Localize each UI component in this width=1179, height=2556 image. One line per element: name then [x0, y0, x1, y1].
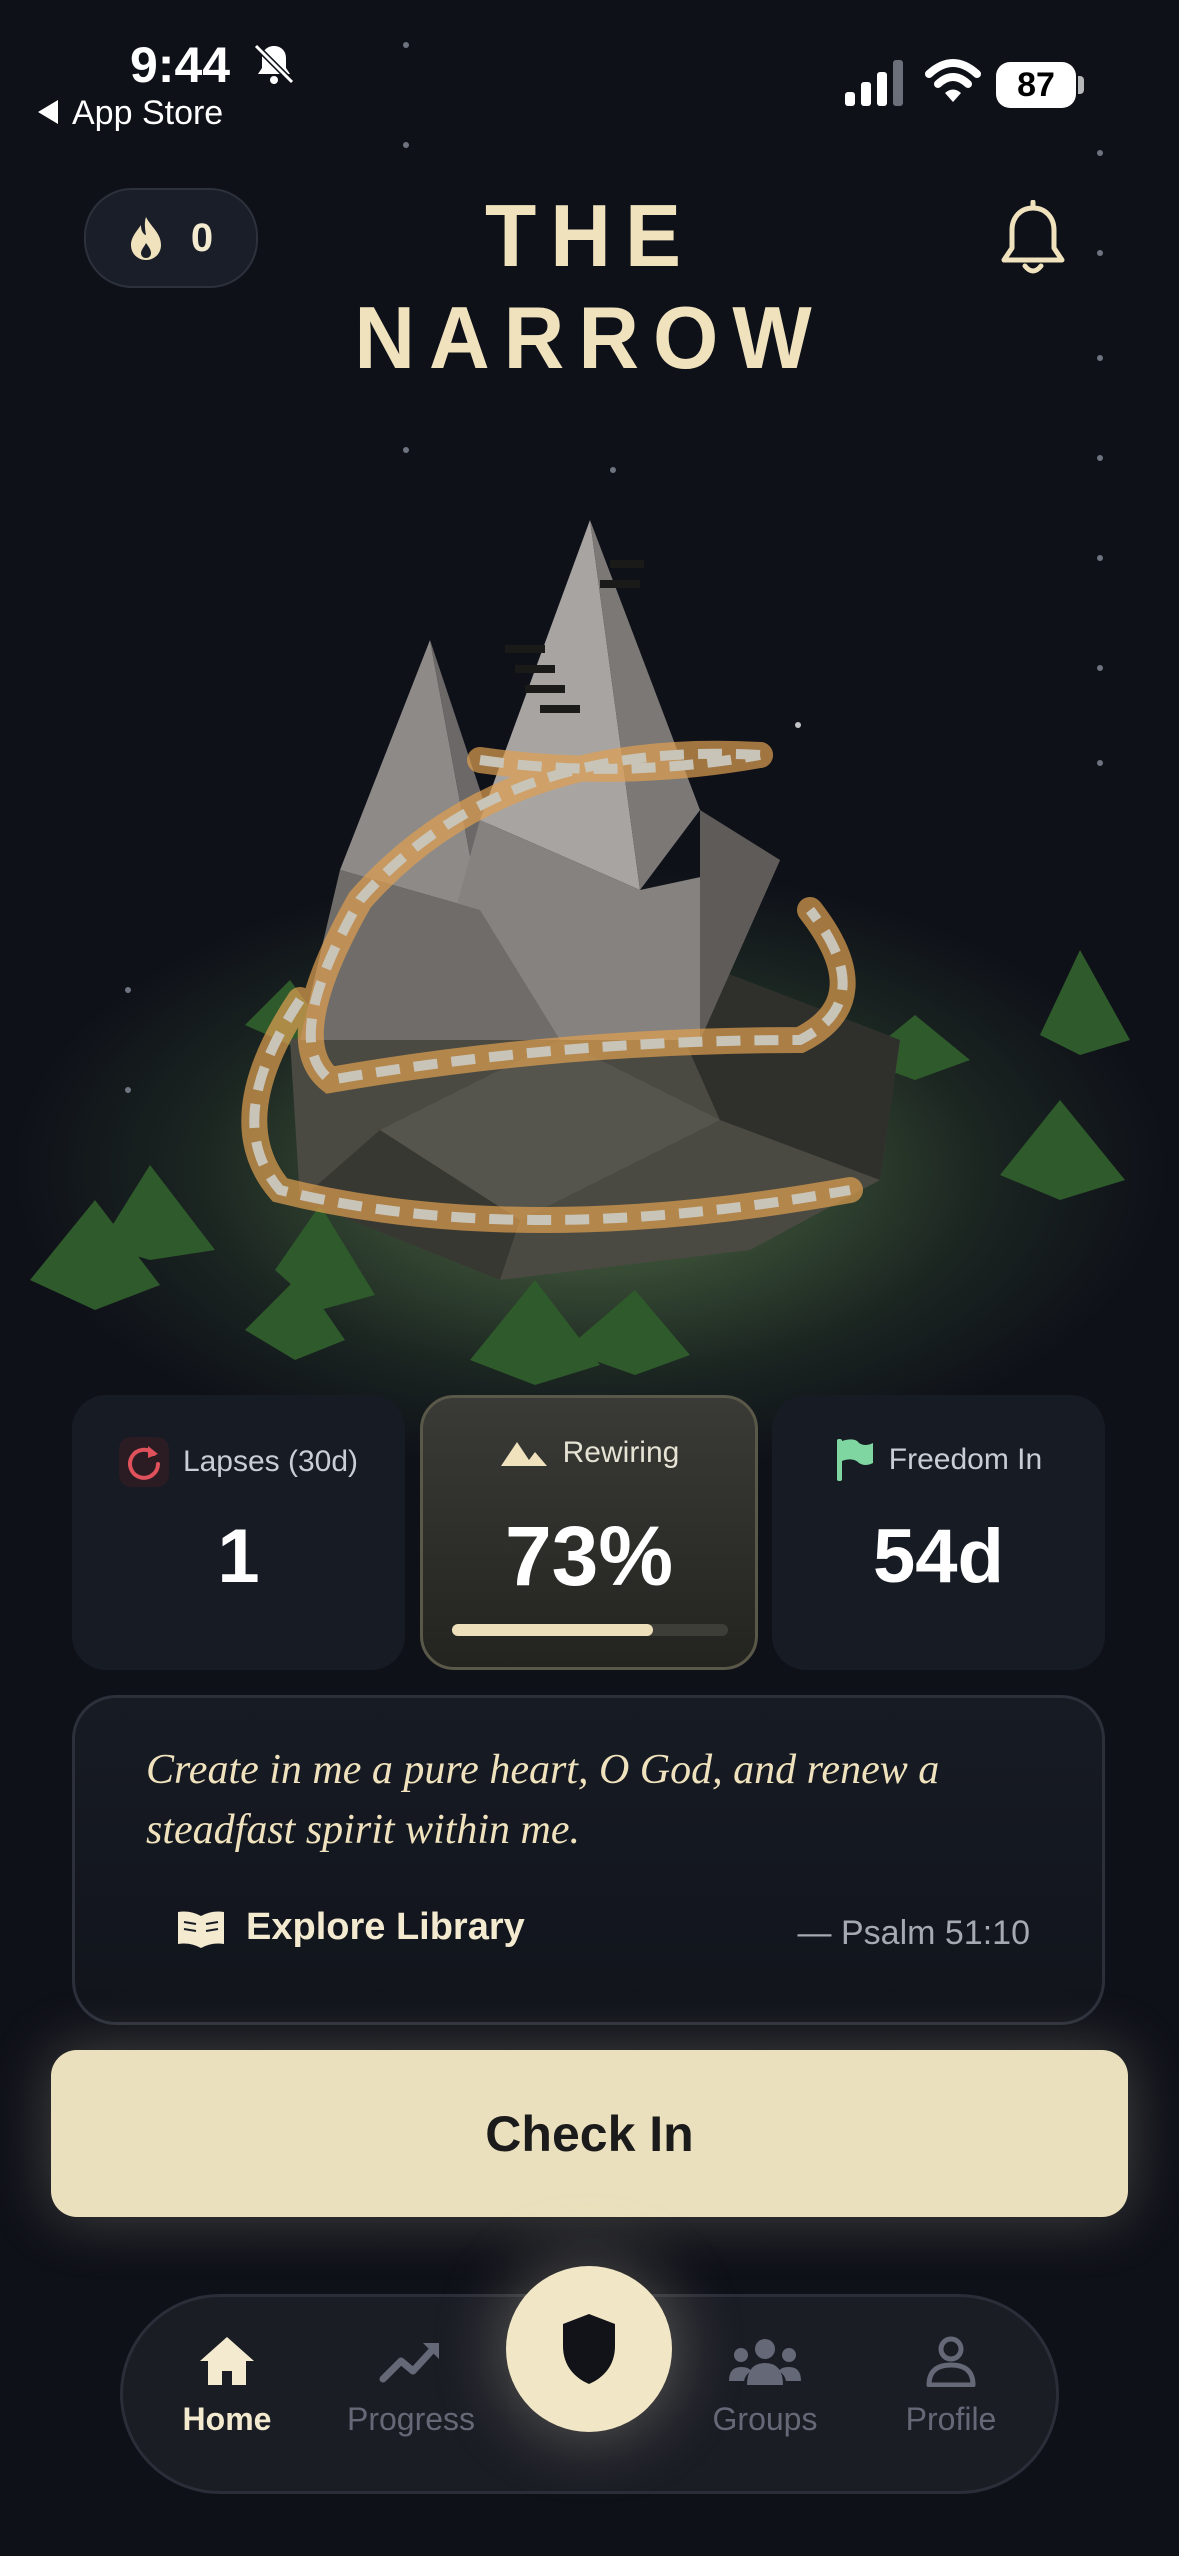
star	[1097, 355, 1103, 361]
star	[403, 42, 409, 48]
star	[1097, 250, 1103, 256]
tab-profile[interactable]: Profile	[866, 2335, 1036, 2438]
star	[610, 467, 616, 473]
tab-progress-label: Progress	[346, 2401, 476, 2437]
flag-icon	[836, 1439, 873, 1481]
check-in-button[interactable]: Check In	[51, 2050, 1128, 2217]
lapses-card[interactable]: Lapses (30d) 1	[72, 1395, 405, 1670]
rewiring-value: 73%	[504, 1509, 674, 1603]
tab-home-label: Home	[182, 2401, 272, 2437]
home-icon	[200, 2337, 254, 2385]
verse-text: Create in me a pure heart, O God, and re…	[146, 1747, 940, 1853]
streak-pill[interactable]: 0	[84, 188, 258, 288]
mountain-path-illustration	[30, 520, 1130, 1385]
tab-groups[interactable]: Groups	[680, 2335, 850, 2438]
explore-library-link[interactable]: Explore Library	[176, 1906, 525, 1949]
shield-button[interactable]	[506, 2266, 672, 2432]
status-time: 9:44	[130, 37, 231, 93]
star	[403, 447, 409, 453]
trending-up-icon	[379, 2343, 439, 2383]
freedom-label: Freedom In	[888, 1443, 1043, 1476]
rewiring-label: Rewiring	[562, 1436, 680, 1469]
lapses-label: Lapses (30d)	[182, 1445, 359, 1478]
tab-home[interactable]: Home	[142, 2335, 312, 2438]
bell-slash-icon	[253, 43, 295, 85]
explore-library-label: Explore Library	[246, 1906, 525, 1948]
person-icon	[926, 2336, 976, 2387]
refresh-icon	[118, 1437, 169, 1487]
mountain-icon	[500, 1442, 547, 1466]
tab-groups-label: Groups	[712, 2401, 818, 2437]
wifi-icon	[925, 59, 981, 102]
back-to-app-store[interactable]: App Store	[72, 94, 223, 133]
streak-count: 0	[190, 215, 214, 260]
verse-reference: — Psalm 51:10	[797, 1914, 1030, 1952]
groups-icon	[729, 2339, 801, 2385]
shield-icon	[563, 2314, 615, 2384]
tab-profile-label: Profile	[905, 2401, 997, 2437]
tab-progress[interactable]: Progress	[326, 2335, 496, 2438]
cellular-signal-icon	[845, 60, 903, 106]
lapses-value: 1	[217, 1514, 260, 1599]
rewiring-progress-fill	[452, 1624, 654, 1636]
star	[1097, 455, 1103, 461]
freedom-card[interactable]: Freedom In 54d	[772, 1395, 1105, 1670]
star	[403, 142, 409, 148]
back-arrow-icon[interactable]	[38, 100, 58, 124]
flame-icon	[130, 217, 161, 260]
book-icon	[178, 1911, 224, 1948]
freedom-value: 54d	[873, 1514, 1004, 1599]
battery-indicator: 87	[996, 62, 1076, 108]
app-title: THE NARROW	[354, 186, 826, 387]
bell-icon[interactable]	[998, 200, 1068, 280]
battery-tip	[1078, 76, 1084, 94]
star	[1097, 150, 1103, 156]
